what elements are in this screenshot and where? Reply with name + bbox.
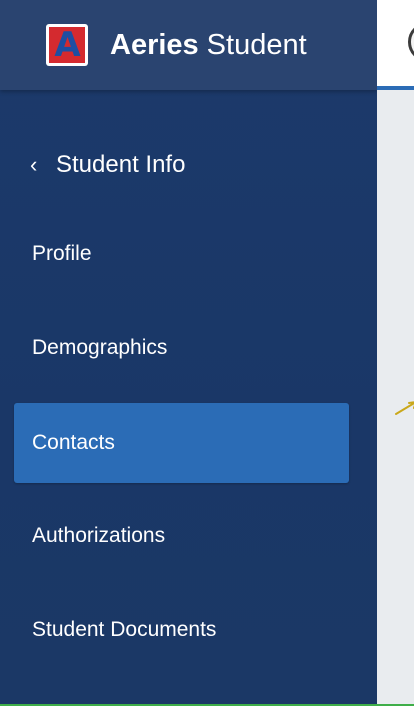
sidebar-item-label: Contacts — [32, 431, 115, 454]
brand-regular: Student — [206, 28, 307, 61]
chevron-left-icon: ‹ — [30, 152, 38, 177]
sidebar-item-profile[interactable]: Profile — [14, 214, 349, 294]
aeries-logo[interactable]: A — [46, 24, 88, 66]
sidebar: A Aeries Student ‹ Student Info Profile D… — [0, 0, 377, 706]
sidebar-item-student-documents[interactable]: Student Documents — [14, 590, 349, 670]
main-content — [377, 0, 414, 706]
app-brand: Aeries Student — [110, 29, 307, 62]
content-top-border — [377, 86, 414, 90]
aeries-logo-mark: A — [49, 27, 85, 63]
app-screen: A Aeries Student ‹ Student Info Profile D… — [0, 0, 414, 706]
sidebar-item-authorizations[interactable]: Authorizations — [14, 496, 349, 576]
student-info-back-link[interactable]: ‹ Student Info — [30, 148, 185, 182]
sidebar-header: A Aeries Student — [0, 0, 377, 90]
sidebar-item-demographics[interactable]: Demographics — [14, 308, 349, 388]
sidebar-item-label: Authorizations — [32, 524, 166, 547]
annotation-arrow-icon — [395, 401, 414, 415]
sidebar-item-label: Student Documents — [32, 618, 217, 641]
sidebar-item-label: Profile — [32, 242, 92, 265]
sidebar-item-contacts[interactable]: Contacts — [14, 403, 349, 483]
student-info-label: Student Info — [56, 151, 186, 178]
sidebar-item-label: Demographics — [32, 336, 168, 359]
aeries-logo-letter: A — [54, 25, 80, 65]
brand-bold: Aeries — [110, 28, 199, 61]
